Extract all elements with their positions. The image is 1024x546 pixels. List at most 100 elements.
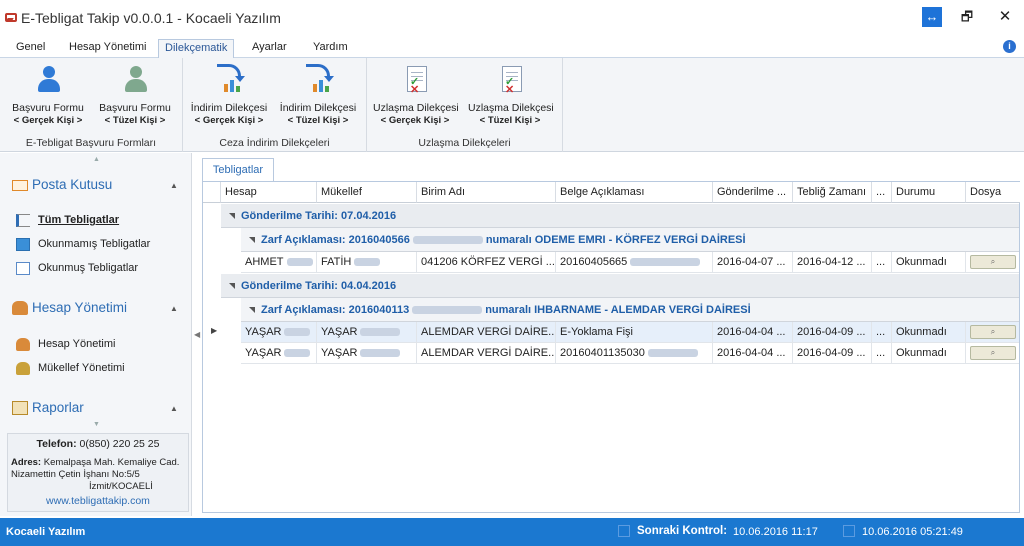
sidebar-item-hesap-yonetimi[interactable]: Hesap Yönetimi (16, 335, 115, 353)
expand-icon[interactable] (229, 282, 235, 289)
chevron-up-icon[interactable]: ▲ (93, 156, 100, 163)
nav-header-label: Hesap Yönetimi (32, 300, 128, 315)
chart-refresh-icon (306, 64, 334, 94)
sidebar-item-label: Hesap Yönetimi (38, 338, 116, 350)
table-row[interactable]: YAŞAR YAŞAR ALEMDAR VERGİ DAİRE... 20160… (241, 343, 1019, 364)
redacted (412, 306, 483, 315)
contact-box: Telefon: 0(850) 220 25 25 Adres: Kemalpa… (7, 433, 189, 512)
collapse-panel-icon[interactable]: ◀ (194, 330, 200, 339)
tab-tebligatlar[interactable]: Tebligatlar (202, 158, 274, 181)
collapse-icon[interactable]: ▲ (170, 181, 178, 190)
column-header-belge-aciklamasi[interactable]: Belge Açıklaması (556, 182, 713, 203)
cell-extra: ... (872, 252, 892, 273)
sidebar-item-tum-tebligatlar[interactable]: Tüm Tebligatlar (16, 211, 119, 229)
cell-gonderilme: 2016-04-04 ... (713, 343, 793, 364)
cell-mukellef: YAŞAR (317, 343, 417, 364)
cell-mukellef: FATİH (317, 252, 417, 273)
column-header-teblig-zamani[interactable]: Tebliğ Zamanı (793, 182, 872, 203)
cell-extra: ... (872, 322, 892, 343)
indirim-gercek-button[interactable]: İndirim Dilekçesi < Gerçek Kişi > (187, 62, 271, 132)
expand-icon[interactable] (249, 306, 255, 313)
cell-hesap: AHMET (241, 252, 317, 273)
button-label: İndirim Dilekçesi (279, 102, 357, 114)
website-link[interactable]: www.tebligattakip.com (8, 495, 188, 507)
calendar-icon (618, 525, 630, 537)
read-icon (16, 261, 30, 275)
basvuru-tuzel-button[interactable]: Başvuru Formu < Tüzel Kişi > (93, 62, 177, 132)
tab-ayarlar[interactable]: Ayarlar (246, 39, 293, 58)
redacted (412, 236, 483, 245)
view-file-button[interactable]: ⌕ (970, 325, 1016, 339)
nav-header-raporlar[interactable]: Raporlar (12, 400, 84, 420)
uzlasma-tuzel-button[interactable]: ✓ ✕ Uzlaşma Dilekçesi < Tüzel Kişi > (468, 62, 554, 132)
list-icon (16, 213, 30, 227)
menu-bar: Genel Hesap Yönetimi Dilekçematik Ayarla… (0, 36, 1024, 58)
cell-extra: ... (872, 343, 892, 364)
button-sublabel: < Gerçek Kişi > (13, 115, 83, 126)
person-green-icon (123, 64, 149, 94)
collapse-icon[interactable]: ▲ (170, 304, 178, 313)
column-header-gonderilme[interactable]: Gönderilme ... (713, 182, 793, 203)
button-sublabel: < Gerçek Kişi > (380, 115, 450, 126)
sidebar-item-label: Okunmuş Tebligatlar (38, 262, 139, 274)
cell-birim: 041206 KÖRFEZ VERGİ ... (417, 252, 556, 273)
expand-icon[interactable] (249, 236, 255, 243)
tab-genel[interactable]: Genel (10, 39, 51, 58)
tab-yardim[interactable]: Yardım (307, 39, 354, 58)
column-header-hesap[interactable]: Hesap (221, 182, 317, 203)
sidebar-item-label: Mükellef Yönetimi (38, 362, 125, 374)
unread-icon (16, 237, 30, 251)
table-row[interactable]: AHMET FATİH 041206 KÖRFEZ VERGİ ... 2016… (241, 252, 1019, 273)
view-file-button[interactable]: ⌕ (970, 255, 1016, 269)
collapse-icon[interactable]: ▲ (170, 404, 178, 413)
column-header-mukellef[interactable]: Mükellef (317, 182, 417, 203)
resize-toggle-button[interactable]: ↔ (922, 7, 942, 27)
basvuru-gercek-button[interactable]: Başvuru Formu < Gerçek Kişi > (6, 62, 90, 132)
expand-icon[interactable] (229, 212, 235, 219)
cell-dosya: ⌕ (966, 343, 1019, 364)
tab-hesap-yonetimi[interactable]: Hesap Yönetimi (63, 39, 152, 58)
group-row-envelope[interactable]: Zarf Açıklaması: 2016040113 numaralı IHBA… (241, 298, 1019, 322)
restore-button[interactable]: 🗗 (957, 7, 977, 27)
ribbon-group-label: Uzlaşma Dilekçeleri (418, 137, 511, 149)
group-icon (16, 361, 30, 375)
tebligat-grid: Hesap Mükellef Birim Adı Belge Açıklamas… (202, 181, 1020, 513)
company-name: Kocaeli Yazılım (6, 526, 86, 538)
ribbon-group-indirim: İndirim Dilekçesi < Gerçek Kişi > İndiri… (183, 58, 367, 152)
group-row-envelope[interactable]: Zarf Açıklaması: 2016040566 numaralı ODEM… (241, 228, 1019, 252)
indirim-tuzel-button[interactable]: İndirim Dilekçesi < Tüzel Kişi > (276, 62, 360, 132)
ribbon-group-basvuru: Başvuru Formu < Gerçek Kişi > Başvuru Fo… (0, 58, 183, 152)
sidebar-item-okunmus[interactable]: Okunmuş Tebligatlar (16, 259, 138, 277)
close-button[interactable]: ✕ (995, 7, 1015, 27)
info-icon[interactable]: i (1003, 40, 1016, 53)
nav-header-posta-kutusu[interactable]: Posta Kutusu (12, 177, 112, 197)
cell-teblig: 2016-04-09 ... (793, 343, 872, 364)
sidebar-item-okunmamis[interactable]: Okunmamış Tebligatlar (16, 235, 150, 253)
column-header-extra[interactable]: ... (872, 182, 892, 203)
table-row[interactable]: YAŞAR YAŞAR ALEMDAR VERGİ DAİRE... E-Yok… (241, 322, 1019, 343)
cell-dosya: ⌕ (966, 252, 1019, 273)
indicator-header (203, 182, 221, 203)
sidebar-item-mukellef-yonetimi[interactable]: Mükellef Yönetimi (16, 359, 125, 377)
ribbon-group-label: Ceza İndirim Dilekçeleri (219, 137, 330, 149)
clipboard-icon (12, 401, 28, 416)
chevron-down-icon[interactable]: ▼ (93, 421, 100, 428)
group-row-date[interactable]: Gönderilme Tarihi: 04.04.2016 (221, 274, 1019, 298)
tab-dilekcematik[interactable]: Dilekçematik (158, 39, 235, 58)
nav-header-label: Raporlar (32, 400, 84, 415)
ribbon-group-uzlasma: ✓ ✕ Uzlaşma Dilekçesi < Gerçek Kişi > ✓ ✕ … (367, 58, 563, 152)
button-label: Başvuru Formu (99, 102, 171, 114)
person-blue-icon (36, 64, 62, 94)
cell-mukellef: YAŞAR (317, 322, 417, 343)
nav-header-hesap-yonetimi[interactable]: Hesap Yönetimi (12, 300, 127, 320)
column-header-dosya[interactable]: Dosya (966, 182, 1020, 203)
view-file-button[interactable]: ⌕ (970, 346, 1016, 360)
checklist-icon: ✓ ✕ (498, 64, 524, 96)
group-row-date[interactable]: Gönderilme Tarihi: 07.04.2016 (221, 204, 1019, 228)
column-header-birim-adi[interactable]: Birim Adı (417, 182, 556, 203)
column-header-durumu[interactable]: Durumu (892, 182, 966, 203)
cell-birim: ALEMDAR VERGİ DAİRE... (417, 322, 556, 343)
uzlasma-gercek-button[interactable]: ✓ ✕ Uzlaşma Dilekçesi < Gerçek Kişi > (373, 62, 459, 132)
cell-gonderilme: 2016-04-07 ... (713, 252, 793, 273)
current-row-icon: ▶ (211, 326, 218, 335)
